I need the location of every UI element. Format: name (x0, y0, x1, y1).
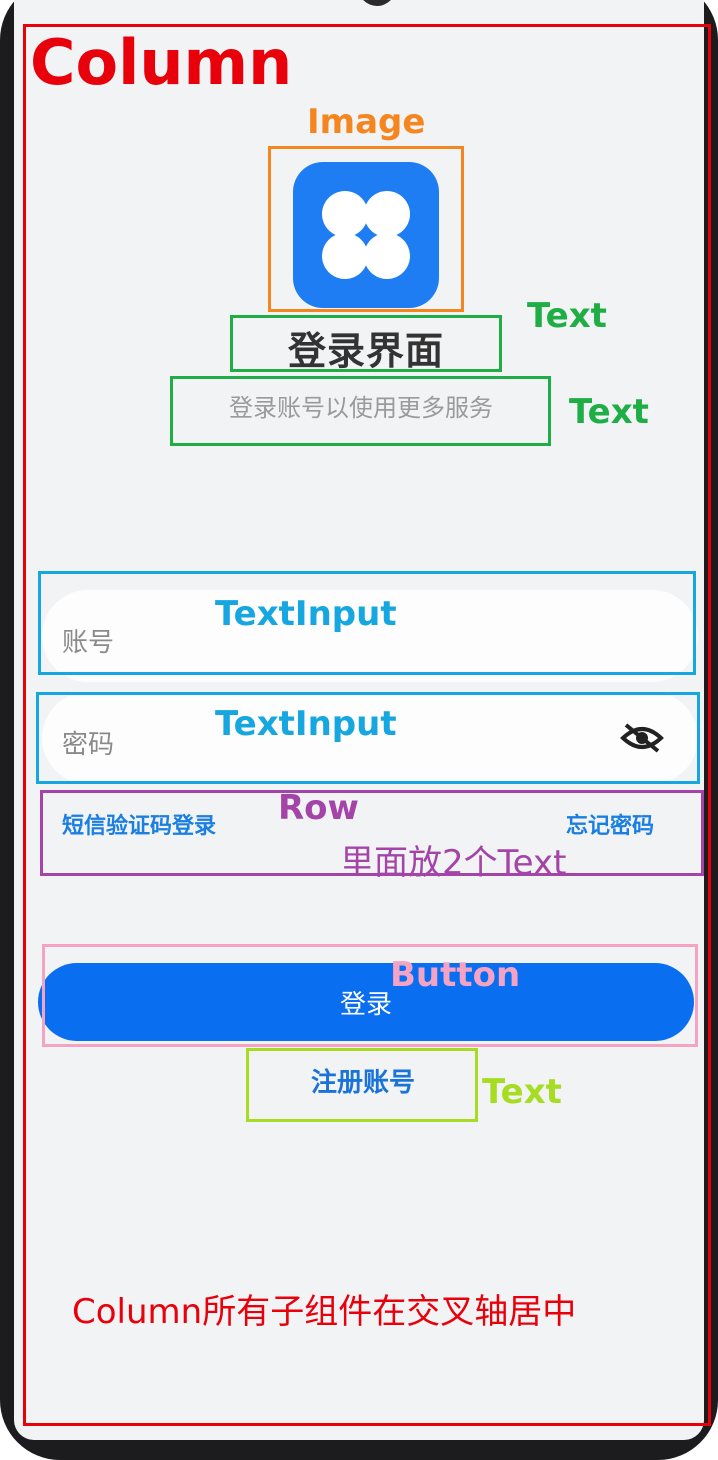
register-text-outline (246, 1048, 478, 1122)
register-text-annotation: Text (482, 1072, 562, 1112)
column-annotation: Column (30, 26, 293, 99)
button-outline (42, 944, 698, 1047)
camera-notch (358, 0, 396, 6)
password-input-annotation: TextInput (215, 704, 397, 744)
subtitle-text-outline (170, 376, 551, 446)
row-annotation: Row (278, 788, 359, 828)
image-outline (268, 146, 464, 312)
account-input-annotation: TextInput (215, 594, 397, 634)
image-annotation: Image (307, 102, 426, 142)
subtitle-text-annotation: Text (569, 392, 649, 432)
title-text-annotation: Text (527, 296, 607, 336)
title-text-outline (230, 315, 502, 372)
column-note: Column所有子组件在交叉轴居中 (72, 1292, 577, 1332)
row-note: 里面放2个Text (340, 843, 567, 883)
button-annotation: Button (390, 955, 521, 995)
